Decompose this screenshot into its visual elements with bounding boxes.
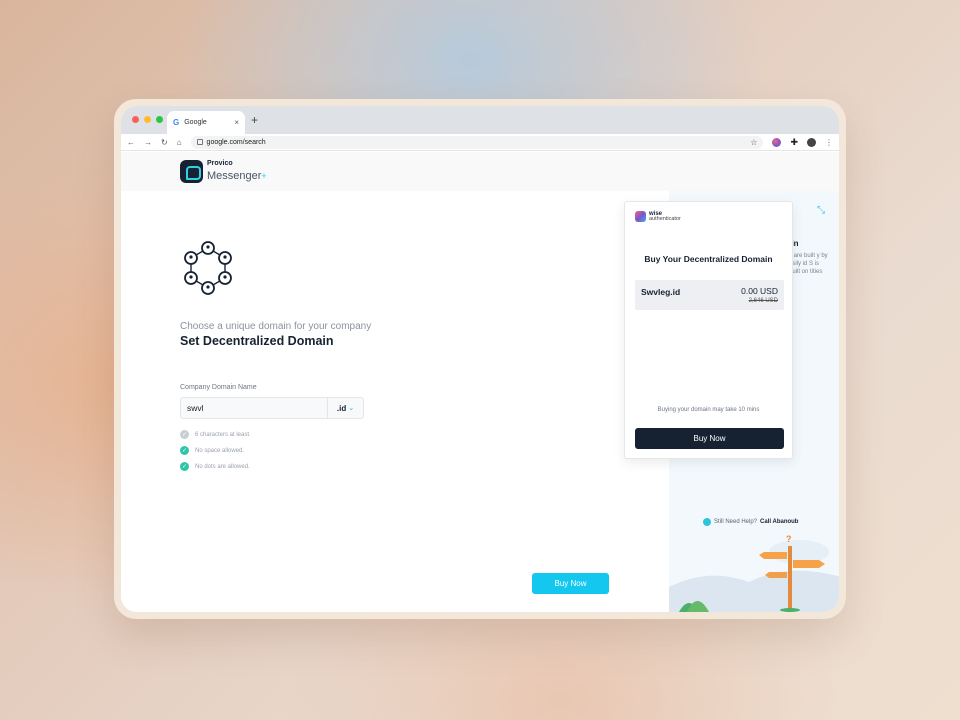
rule-no-dots: ✓ No dots are allowed.: [180, 462, 251, 471]
rule-text: No dots are allowed.: [195, 463, 250, 470]
tab-close-icon[interactable]: ×: [234, 118, 239, 127]
validation-rules: ✓ 6 characters at least. ✓ No space allo…: [180, 430, 251, 471]
chevron-down-icon: ⌄: [348, 405, 355, 412]
rule-no-space: ✓ No space allowed.: [180, 446, 251, 455]
maximize-window-button[interactable]: [156, 116, 163, 123]
domain-name-input[interactable]: [181, 398, 327, 418]
popup-price: 0.00 USD: [741, 286, 778, 296]
rule-text: No space allowed.: [195, 447, 245, 454]
address-url[interactable]: google.com/search: [207, 139, 747, 146]
tld-select[interactable]: .id ⌄: [327, 398, 363, 418]
brand-plus: +: [261, 171, 267, 181]
collapse-icon[interactable]: ⤡: [817, 205, 825, 216]
browser-menu-icon[interactable]: ⋮: [825, 138, 833, 147]
home-icon[interactable]: ⌂: [177, 138, 182, 147]
check-icon: ✓: [180, 446, 189, 455]
help-text: Still Need Help?: [714, 519, 758, 525]
wise-logo-icon: [635, 211, 646, 223]
help-line: Still Need Help? Call Abanoub: [703, 518, 798, 526]
popup-domain-name: Swvleg.id: [641, 287, 681, 297]
buy-now-button[interactable]: Buy Now: [532, 573, 609, 594]
google-favicon-icon: G: [173, 118, 180, 127]
wise-extension-popup: wise authenticator Buy Your Decentralize…: [624, 201, 793, 459]
popup-old-price: 2,646 USD: [748, 298, 778, 304]
popup-title: Buy Your Decentralized Domain: [644, 254, 773, 264]
tab-strip: G Google × +: [121, 106, 839, 134]
messenger-logo-icon: [180, 160, 203, 183]
help-icon: [703, 518, 711, 526]
side-panel-text: s are built y by asily id S is built on …: [789, 253, 828, 275]
signpost-illustration: ?: [669, 534, 839, 612]
app-header: Provico Messenger+: [121, 152, 839, 191]
form-subtitle: Choose a unique domain for your company: [180, 321, 372, 332]
rule-min-length: ✓ 6 characters at least.: [180, 430, 251, 439]
device-frame: G Google × + ← → ↻ ⌂ google.com/search ☆…: [114, 99, 846, 619]
minimize-window-button[interactable]: [144, 116, 151, 123]
check-icon: ✓: [180, 430, 189, 439]
wise-logo: wise authenticator: [635, 211, 681, 223]
popup-note: Buying your domain may take 10 mins: [657, 407, 760, 413]
lock-icon: [196, 139, 203, 145]
bookmark-star-icon[interactable]: ☆: [750, 138, 757, 147]
back-icon[interactable]: ←: [127, 138, 135, 147]
check-icon: ✓: [180, 462, 189, 471]
domain-input-group: .id ⌄: [180, 397, 364, 419]
browser-tab[interactable]: G Google ×: [167, 111, 245, 134]
close-window-button[interactable]: [132, 116, 139, 123]
brand-name: Provico Messenger+: [207, 160, 267, 183]
reload-icon[interactable]: ↻: [161, 138, 168, 147]
tab-title: Google: [184, 119, 207, 126]
browser-toolbar: ← → ↻ ⌂ google.com/search ☆ ✚ ⋮: [121, 134, 839, 151]
brand-bottom: Messenger: [207, 170, 262, 182]
domain-price-row: Swvleg.id 0.00 USD 2,646 USD: [635, 280, 784, 310]
wise-brand-bottom: authenticator: [649, 216, 681, 222]
browser-window: G Google × + ← → ↻ ⌂ google.com/search ☆…: [121, 106, 839, 612]
svg-text:?: ?: [786, 534, 792, 544]
page-title: Set Decentralized Domain: [180, 334, 334, 348]
popup-buy-now-button[interactable]: Buy Now: [635, 428, 784, 449]
new-tab-button[interactable]: +: [251, 113, 258, 127]
wise-extension-icon[interactable]: [772, 137, 782, 147]
brand-top: Provico: [207, 160, 233, 167]
address-bar[interactable]: google.com/search ☆: [190, 135, 764, 149]
tld-value: .id: [336, 403, 347, 413]
help-link[interactable]: Call Abanoub: [760, 519, 798, 525]
extensions-puzzle-icon[interactable]: ✚: [790, 137, 798, 148]
decentralized-network-icon: [184, 241, 232, 295]
rule-text: 6 characters at least.: [195, 431, 251, 438]
forward-icon[interactable]: →: [144, 138, 152, 147]
profile-avatar[interactable]: [807, 137, 816, 147]
app-page: Provico Messenger+ Choose a unique domai…: [121, 152, 839, 612]
window-controls: [132, 116, 163, 123]
domain-field-label: Company Domain Name: [180, 384, 257, 391]
